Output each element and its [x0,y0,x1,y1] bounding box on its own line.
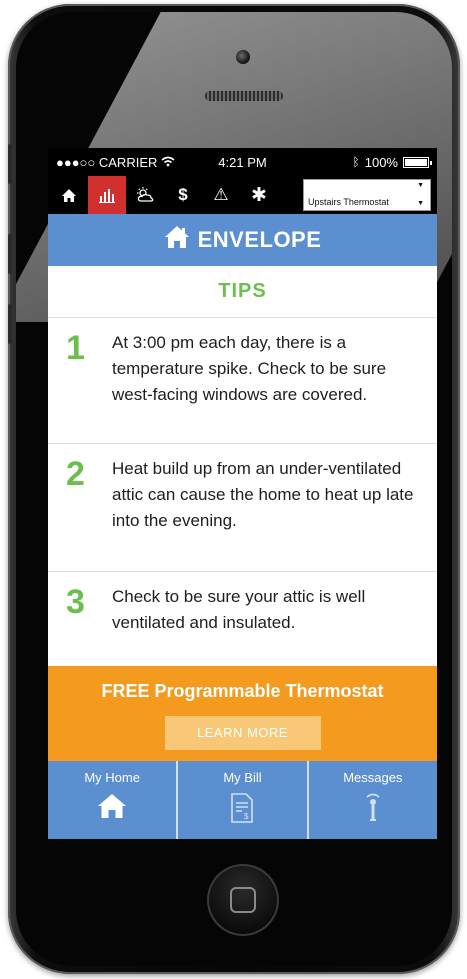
bottom-nav: My Home My Bill $ Messages [48,761,437,839]
tip-item: 3 Check to be sure your attic is well ve… [48,572,437,666]
messages-icon [309,793,437,823]
tip-item: 1 At 3:00 pm each day, there is a temper… [48,318,437,444]
wifi-icon [161,155,175,170]
svg-text:$: $ [244,812,249,821]
house-icon [48,793,176,819]
thermostat-select[interactable]: ▼ ▼ Upstairs Thermostat [303,179,431,211]
top-toolbar: $ ⚠ ✱ ▼ ▼ Upstairs Thermostat [48,176,437,214]
battery-percent: 100% [364,154,398,170]
nav-label: Messages [343,770,403,785]
nav-my-bill[interactable]: My Bill $ [178,761,309,839]
tip-text: Check to be sure your attic is well vent… [112,587,366,632]
promo-title: FREE Programmable Thermostat [101,681,384,701]
bill-icon: $ [178,793,306,823]
home-icon[interactable] [50,176,88,214]
nav-label: My Bill [223,770,262,785]
tip-text: At 3:00 pm each day, there is a temperat… [112,333,387,404]
status-bar: ●●●○○ CARRIER 4:21 PM ᛒ 100% [48,148,437,176]
page-title: ENVELOPE [197,227,322,252]
chevron-down-icon: ▼ [417,200,424,207]
home-button[interactable] [207,864,279,936]
tip-number: 1 [66,329,85,367]
nav-my-home[interactable]: My Home [48,761,179,839]
app-screen: ●●●○○ CARRIER 4:21 PM ᛒ 100% $ ⚠ ✱ ▼ ▼ U… [48,148,437,839]
tip-number: 2 [66,455,85,493]
dollar-icon[interactable]: $ [164,176,202,214]
house-icon [164,225,190,255]
weather-icon[interactable] [126,176,164,214]
nav-messages[interactable]: Messages [309,761,437,839]
battery-icon [402,156,432,168]
speaker [204,90,284,102]
nav-label: My Home [84,770,140,785]
tips-heading: TIPS [48,266,437,318]
warning-icon[interactable]: ⚠ [202,176,240,214]
tip-item: 2 Heat build up from an under-ventilated… [48,444,437,572]
bluetooth-icon: ᛒ [352,155,360,169]
bar-chart-icon[interactable] [88,176,126,214]
learn-more-button[interactable]: LEARN MORE [164,716,321,750]
carrier-label: ●●●○○ CARRIER [56,154,158,170]
tip-text: Heat build up from an under-ventilated a… [112,459,414,530]
page-header: ENVELOPE [48,214,437,266]
promo-banner: FREE Programmable Thermostat LEARN MORE [48,666,437,761]
gear-icon[interactable]: ✱ [240,176,278,214]
tip-number: 3 [66,583,85,621]
clock: 4:21 PM [218,154,267,170]
chevron-down-icon: ▼ [417,182,424,189]
thermostat-select-value: Upstairs Thermostat [308,197,389,207]
camera [236,50,250,64]
